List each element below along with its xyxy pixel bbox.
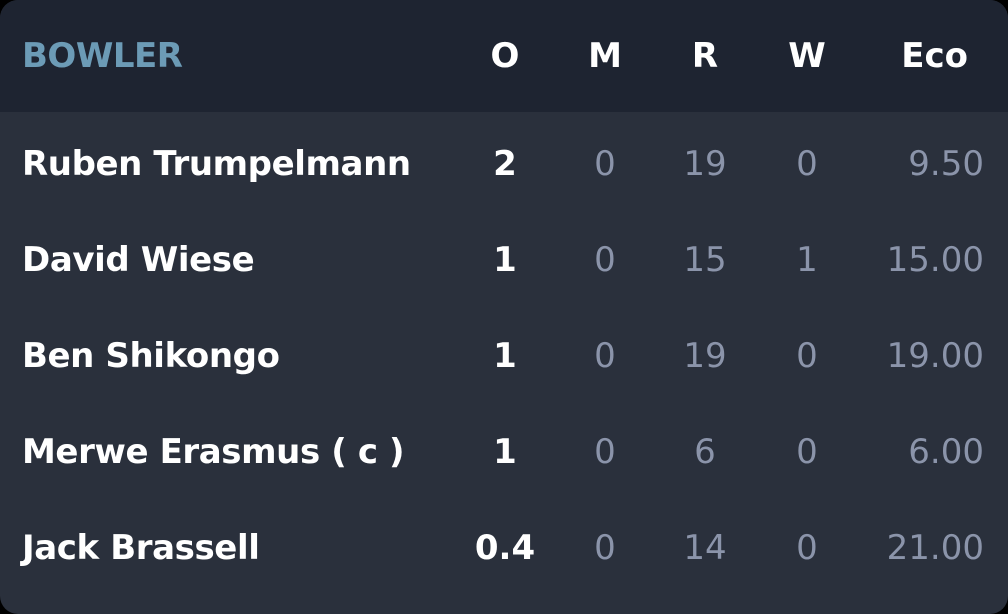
- wickets-value: 1: [796, 240, 818, 280]
- economy-value: 6.00: [908, 432, 984, 472]
- bowler-name[interactable]: Ben Shikongo: [0, 336, 450, 376]
- economy-value: 21.00: [886, 528, 984, 568]
- economy-value: 9.50: [908, 144, 984, 184]
- bowler-name[interactable]: Ruben Trumpelmann: [0, 144, 450, 184]
- table-row[interactable]: Jack Brassell 0.4 0 14 0 21.00: [0, 500, 1008, 596]
- header-bowler: BOWLER: [22, 36, 183, 76]
- maidens-value: 0: [594, 144, 616, 184]
- economy-value: 15.00: [886, 240, 984, 280]
- header-maidens: M: [588, 36, 622, 76]
- bowler-name[interactable]: Merwe Erasmus ( c ): [0, 432, 450, 472]
- maidens-value: 0: [594, 528, 616, 568]
- maidens-value: 0: [594, 336, 616, 376]
- overs-value: 1: [493, 336, 517, 376]
- bowler-name[interactable]: Jack Brassell: [0, 528, 450, 568]
- table-body: Ruben Trumpelmann 2 0 19 0 9.50 David Wi…: [0, 112, 1008, 596]
- table-row[interactable]: Ruben Trumpelmann 2 0 19 0 9.50: [0, 116, 1008, 212]
- overs-value: 1: [493, 240, 517, 280]
- header-economy: Eco: [901, 36, 968, 76]
- wickets-value: 0: [796, 144, 818, 184]
- maidens-value: 0: [594, 432, 616, 472]
- runs-value: 19: [683, 336, 727, 376]
- overs-value: 2: [493, 144, 517, 184]
- wickets-value: 0: [796, 528, 818, 568]
- runs-value: 14: [683, 528, 727, 568]
- runs-value: 19: [683, 144, 727, 184]
- table-row[interactable]: Ben Shikongo 1 0 19 0 19.00: [0, 308, 1008, 404]
- economy-value: 19.00: [886, 336, 984, 376]
- header-overs: O: [490, 36, 520, 76]
- overs-value: 0.4: [474, 528, 536, 568]
- header-wickets: W: [788, 36, 826, 76]
- bowler-name[interactable]: David Wiese: [0, 240, 450, 280]
- header-runs: R: [691, 36, 719, 76]
- table-row[interactable]: Merwe Erasmus ( c ) 1 0 6 0 6.00: [0, 404, 1008, 500]
- runs-value: 15: [683, 240, 727, 280]
- table-header: BOWLER O M R W Eco: [0, 0, 1008, 112]
- maidens-value: 0: [594, 240, 616, 280]
- overs-value: 1: [493, 432, 517, 472]
- bowling-scorecard: BOWLER O M R W Eco Ruben Trumpelmann 2 0…: [0, 0, 1008, 614]
- wickets-value: 0: [796, 432, 818, 472]
- wickets-value: 0: [796, 336, 818, 376]
- runs-value: 6: [694, 432, 716, 472]
- table-row[interactable]: David Wiese 1 0 15 1 15.00: [0, 212, 1008, 308]
